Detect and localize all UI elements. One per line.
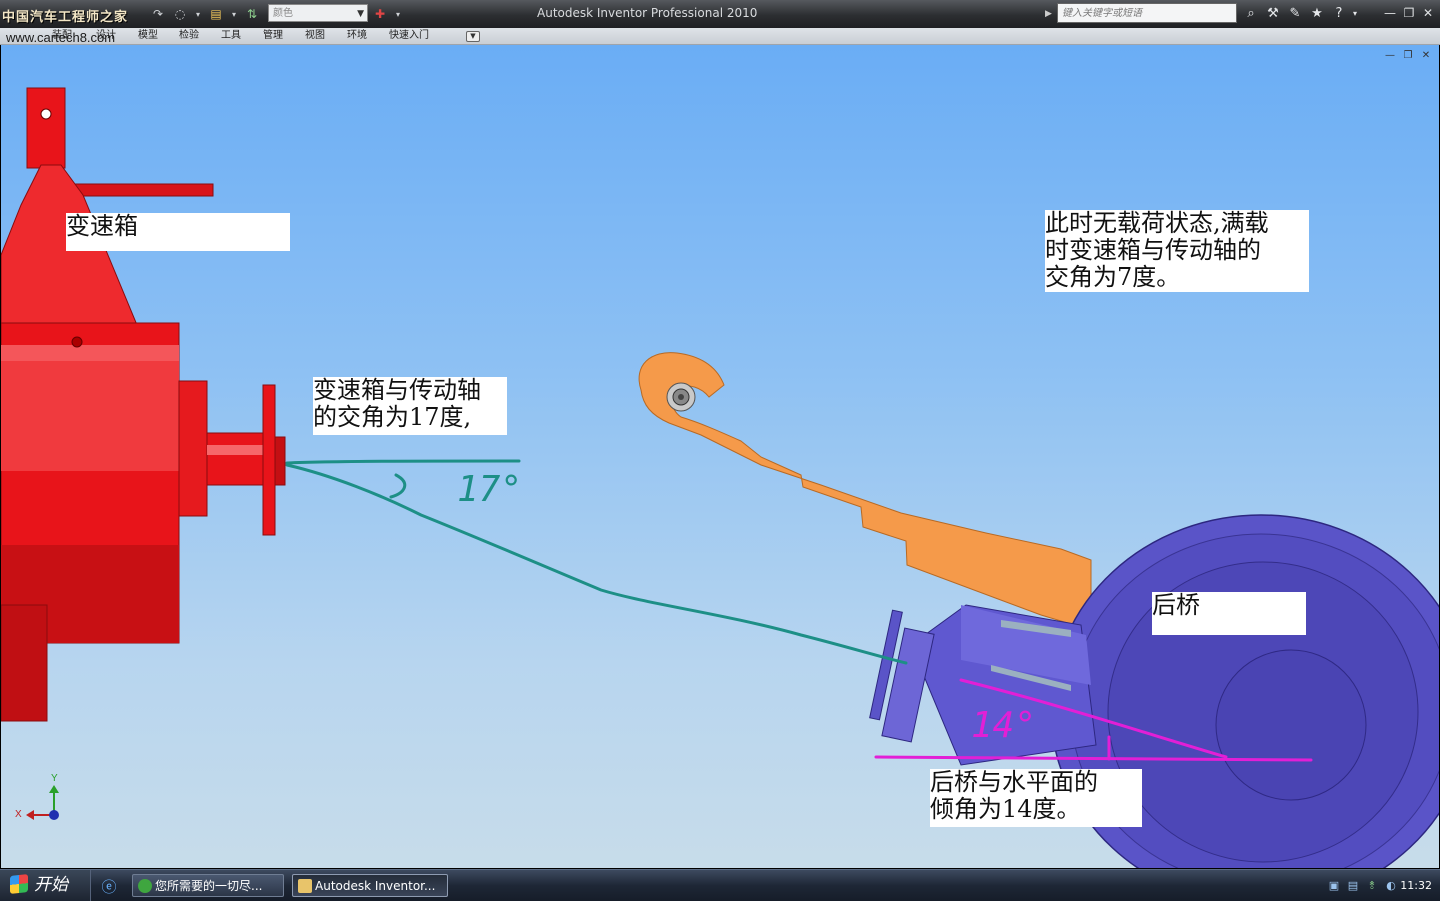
sketch-label-17: 17° <box>457 469 523 510</box>
sketch-label-14: 14° <box>971 705 1037 746</box>
connect-icon[interactable]: ✎ <box>1284 4 1306 22</box>
browser-icon <box>138 879 152 893</box>
color-dropdown[interactable]: 颜色 ▼ <box>268 4 368 22</box>
binoculars-icon[interactable]: ⌕ <box>1240 4 1262 22</box>
note-axle-angle: 后桥与水平面的 倾角为14度。 <box>930 769 1142 827</box>
open-folder-icon[interactable]: ▤ <box>208 6 224 22</box>
network-icon[interactable]: ▣ <box>1327 879 1341 893</box>
window-controls: — ❐ ✕ <box>1379 5 1436 21</box>
search-input[interactable]: 键入关键字或短语 <box>1057 3 1237 23</box>
taskbar-item-label: 您所需要的一切尽... <box>155 879 263 893</box>
update-icon[interactable]: ⇅ <box>244 6 260 22</box>
wrench-icon[interactable]: ⚒ <box>1262 4 1284 22</box>
note-load-state: 此时无载荷状态,满载 时变速箱与传动轴的 交角为7度。 <box>1045 210 1309 292</box>
watermark-url: www.cartech8.com <box>6 30 116 45</box>
minimize-icon[interactable]: — <box>1382 5 1398 21</box>
site-logo: 中国汽车工程师之家 <box>2 10 129 25</box>
dropdown-icon[interactable]: ▾ <box>194 6 202 22</box>
axis-triad <box>26 785 59 820</box>
tab-view[interactable]: 视图 <box>305 28 325 44</box>
antenna-icon[interactable]: ⥉ <box>1365 879 1379 893</box>
gearbox-model <box>1 87 286 722</box>
model-scene <box>1 87 1439 868</box>
start-label: 开始 <box>34 875 68 895</box>
help-toolbar: ⌕ ⚒ ✎ ★ ? ▾ <box>1240 4 1360 22</box>
label-gearbox: 变速箱 <box>66 213 290 251</box>
quick-access-toolbar: ↷ ◌ ▾ ▤ ▾ ⇅ ▾ <box>150 4 280 24</box>
ribbon-tabs: 装配 设计 模型 检验 工具 管理 视图 环境 快速入门 ▼ <box>0 28 1440 45</box>
favorites-icon[interactable]: ★ <box>1306 4 1328 22</box>
title-bar: 中国汽车工程师之家 ↷ ◌ ▾ ▤ ▾ ⇅ ▾ 颜色 ▼ ✚ ▾ Autodes… <box>0 0 1440 28</box>
graphics-viewport[interactable]: — ❐ ✕ 17° 14° 变速箱 此时无载荷状态,满载 时变速箱与传动轴的 交… <box>1 45 1439 868</box>
dropdown-icon[interactable]: ▾ <box>230 6 238 22</box>
taskbar-item-label: Autodesk Inventor... <box>315 879 436 893</box>
tab-environment[interactable]: 环境 <box>347 28 367 44</box>
inventor-icon <box>298 879 312 893</box>
tab-tools[interactable]: 工具 <box>221 28 241 44</box>
tab-inspect[interactable]: 检验 <box>179 28 199 44</box>
axis-y-label: Y <box>51 773 58 784</box>
label-rear-axle: 后桥 <box>1152 592 1306 635</box>
dropdown-icon[interactable]: ▾ <box>1350 4 1360 22</box>
close-icon[interactable]: ✕ <box>1420 5 1436 21</box>
help-icon[interactable]: ? <box>1328 4 1350 22</box>
tab-manage[interactable]: 管理 <box>263 28 283 44</box>
windows-flag-icon <box>10 874 28 894</box>
taskbar-item-inventor[interactable]: Autodesk Inventor... <box>292 874 448 897</box>
color-dropdown-value: 颜色 <box>273 8 293 19</box>
display-icon[interactable]: ▤ <box>1346 879 1360 893</box>
annotation-17-degree <box>285 459 908 665</box>
dropdown-icon[interactable]: ▾ <box>390 6 406 22</box>
axis-x-label: X <box>15 809 22 820</box>
start-button[interactable]: 开始 <box>0 870 91 901</box>
taskbar: 开始 ⓔ 您所需要的一切尽... Autodesk Inventor... ▣ … <box>0 869 1440 901</box>
redo-icon[interactable]: ↷ <box>150 6 166 22</box>
tab-getting-started[interactable]: 快速入门 <box>389 28 429 44</box>
note-gearbox-angle: 变速箱与传动轴 的交角为17度, <box>313 377 507 435</box>
taskbar-item-browser[interactable]: 您所需要的一切尽... <box>132 874 284 897</box>
search-expand-icon[interactable]: ▶ <box>1045 4 1055 24</box>
crosshair-icon[interactable]: ✚ <box>372 6 388 22</box>
app-title: Autodesk Inventor Professional 2010 <box>537 6 758 20</box>
tab-model[interactable]: 模型 <box>138 28 158 44</box>
ribbon-options-icon[interactable]: ▼ <box>466 31 480 42</box>
restore-icon[interactable]: ❐ <box>1401 5 1417 21</box>
select-icon[interactable]: ◌ <box>172 6 188 22</box>
chevron-down-icon: ▼ <box>357 9 364 19</box>
volume-icon[interactable]: ◐ <box>1384 879 1398 893</box>
leaf-spring-model <box>638 352 1092 631</box>
clock[interactable]: 11:32 <box>1400 870 1432 901</box>
browser-quicklaunch-icon[interactable]: ⓔ <box>100 876 118 896</box>
